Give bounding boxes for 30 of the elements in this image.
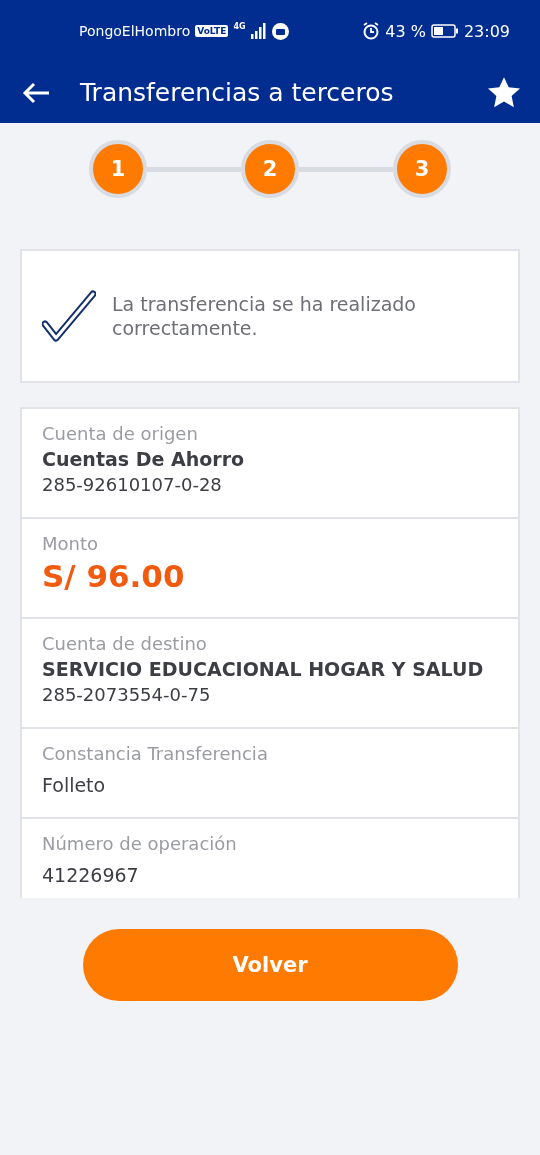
network-type: 4G [233,22,246,31]
account-number: 285-92610107-0-28 [42,474,223,495]
star-icon[interactable] [488,77,520,108]
volte-badge: VoLTE [195,25,229,37]
account-number: 285-2073554-0-75 [42,684,212,705]
detail-value: 41226967 [42,864,140,886]
detail-label: Número de operación [42,833,238,854]
account-name: Cuentas De Ahorro [42,448,246,470]
signal-icon [250,23,267,39]
back-button[interactable]: Volver [82,929,458,1001]
step-indicator: 2 [241,140,299,198]
alarm-icon [362,22,381,40]
success-message: La transferencia se ha realizado correctamente. [112,292,417,340]
detail-label: Monto [42,533,100,554]
amount-value: S/ 96.00 [42,558,186,594]
check-icon [42,290,96,342]
detail-value: Folleto [42,774,107,796]
detail-label: Cuenta de destino [42,633,208,654]
account-name: SERVICIO EDUCACIONAL HOGAR Y SALUD [42,658,485,680]
battery-percent: 43 % [385,21,426,41]
back-arrow-icon[interactable] [22,81,50,104]
download-icon [271,22,289,40]
battery-icon [430,24,459,38]
detail-label: Constancia Transferencia [42,743,269,764]
detail-label: Cuenta de origen [42,423,199,444]
screen-title: Transferencias a terceros [80,78,395,107]
carrier-name: PongoElHombro [79,23,191,39]
step-indicator: 3 [393,140,451,198]
clock-time: 23:09 [463,21,510,41]
step-indicator: 1 [89,140,147,198]
